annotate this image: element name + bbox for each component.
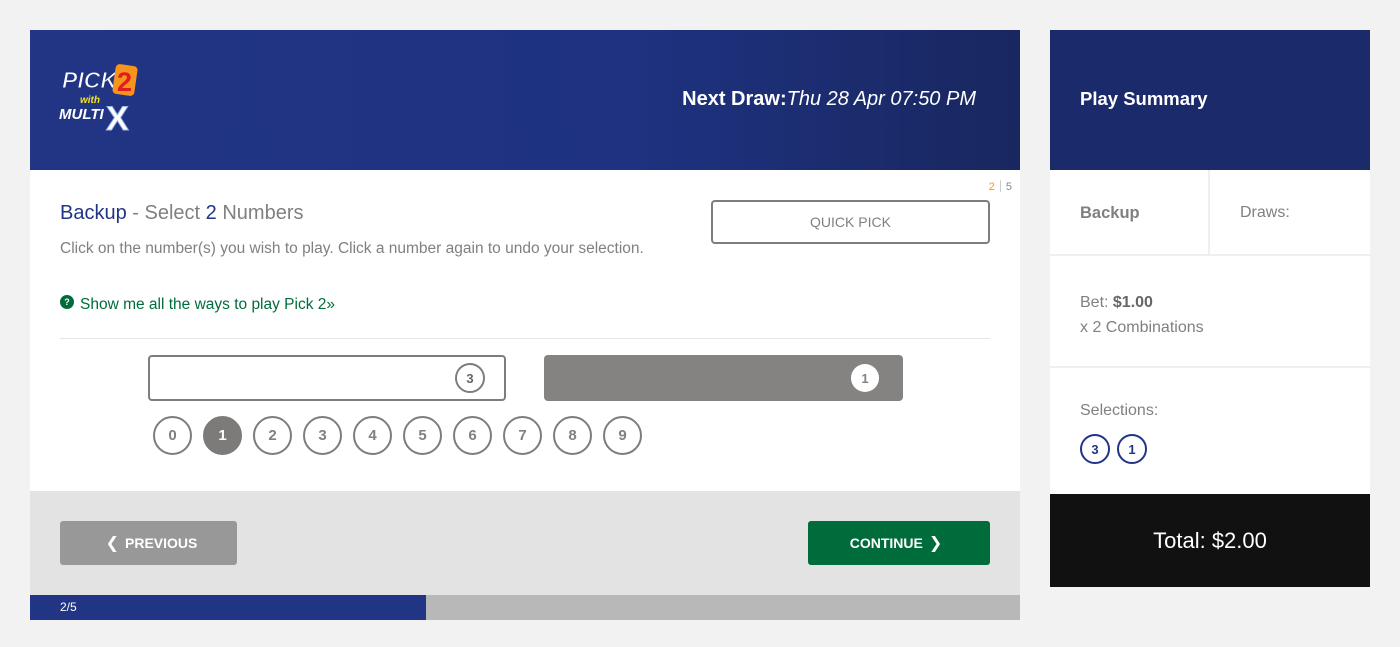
help-link-text[interactable]: Show me all the ways to play Pick 2» (80, 296, 335, 314)
title-select: Select (144, 202, 201, 224)
title-count: 2 (205, 202, 217, 224)
number-ball-7[interactable]: 7 (503, 416, 542, 455)
bet-label: Bet: (1080, 294, 1113, 311)
progress-label: 2/5 (60, 600, 77, 614)
summary-divider (1208, 170, 1210, 256)
svg-text:X: X (106, 100, 129, 134)
slot-2-number: 1 (851, 364, 879, 392)
summary-draws: Draws: (1240, 204, 1290, 221)
continue-button[interactable]: CONTINUE ❯ (808, 521, 990, 565)
panel-header: PICK 2 with MULTI X Next Draw:Thu 28 Apr… (30, 30, 1020, 170)
title-dash: - (126, 202, 145, 224)
summary-total: Total: $2.00 (1050, 494, 1370, 587)
title-numbers: Numbers (222, 202, 304, 224)
number-ball-1[interactable]: 1 (203, 416, 242, 455)
title-game: Backup (60, 202, 127, 224)
summary-bet-row: Bet: $1.00 x 2 Combinations (1050, 256, 1370, 368)
number-ball-9[interactable]: 9 (603, 416, 642, 455)
number-pad: 0123456789 (153, 416, 642, 455)
nav-footer: ❮ PREVIOUS CONTINUE ❯ (30, 491, 1020, 595)
number-ball-0[interactable]: 0 (153, 416, 192, 455)
selection-slot-1[interactable]: 3 (148, 355, 506, 401)
number-ball-2[interactable]: 2 (253, 416, 292, 455)
continue-label: CONTINUE (849, 535, 923, 551)
selections-chips: 31 (1080, 434, 1147, 464)
number-ball-3[interactable]: 3 (303, 416, 342, 455)
svg-text:MULTI: MULTI (59, 106, 105, 123)
summary-game-row: Backup Draws: (1050, 170, 1370, 256)
instructions-text: Click on the number(s) you wish to play.… (60, 240, 644, 257)
selection-chip: 1 (1117, 434, 1147, 464)
summary-title: Play Summary (1080, 88, 1208, 109)
play-panel: PICK 2 with MULTI X Next Draw:Thu 28 Apr… (30, 30, 1020, 620)
step-current: 2 (988, 181, 995, 193)
progress-fill (30, 595, 426, 620)
next-draw-label: Next Draw: (682, 88, 787, 110)
play-summary-panel: Play Summary Backup Draws: Bet: $1.00 x … (1050, 30, 1370, 587)
divider (60, 338, 990, 339)
chevron-right-icon: ❯ (928, 535, 943, 552)
number-ball-5[interactable]: 5 (403, 416, 442, 455)
progress-bar: 2/5 (30, 595, 1020, 620)
summary-game: Backup (1080, 204, 1140, 222)
quick-pick-button[interactable]: QUICK PICK (711, 200, 990, 244)
summary-header: Play Summary (1050, 30, 1370, 170)
next-draw: Next Draw:Thu 28 Apr 07:50 PM (682, 88, 976, 111)
step-total: 5 (1005, 181, 1012, 193)
next-draw-value: Thu 28 Apr 07:50 PM (786, 88, 976, 110)
page-title: Backup - Select 2 Numbers (60, 202, 303, 225)
pick2-multix-logo: PICK 2 with MULTI X (59, 64, 138, 134)
svg-text:with: with (80, 95, 100, 106)
chevron-left-icon: ❮ (105, 535, 120, 552)
combinations: x 2 Combinations (1080, 319, 1204, 336)
number-ball-8[interactable]: 8 (553, 416, 592, 455)
help-icon: ? (60, 295, 74, 309)
svg-text:2: 2 (117, 67, 132, 97)
summary-selections-row: Selections: 31 (1050, 368, 1370, 494)
svg-text:PICK: PICK (62, 67, 118, 93)
number-ball-4[interactable]: 4 (353, 416, 392, 455)
step-indicator: 25 (989, 180, 1012, 193)
previous-button[interactable]: ❮ PREVIOUS (60, 521, 237, 565)
help-link[interactable]: ? Show me all the ways to play Pick 2» (60, 295, 335, 314)
previous-label: PREVIOUS (125, 535, 198, 551)
number-ball-6[interactable]: 6 (453, 416, 492, 455)
selections-label: Selections: (1080, 402, 1159, 419)
selection-slot-2[interactable]: 1 (544, 355, 903, 401)
bet-value: $1.00 (1112, 294, 1153, 311)
selection-chip: 3 (1080, 434, 1110, 464)
slot-1-number: 3 (455, 363, 485, 393)
summary-bet: Bet: $1.00 x 2 Combinations (1080, 290, 1204, 340)
